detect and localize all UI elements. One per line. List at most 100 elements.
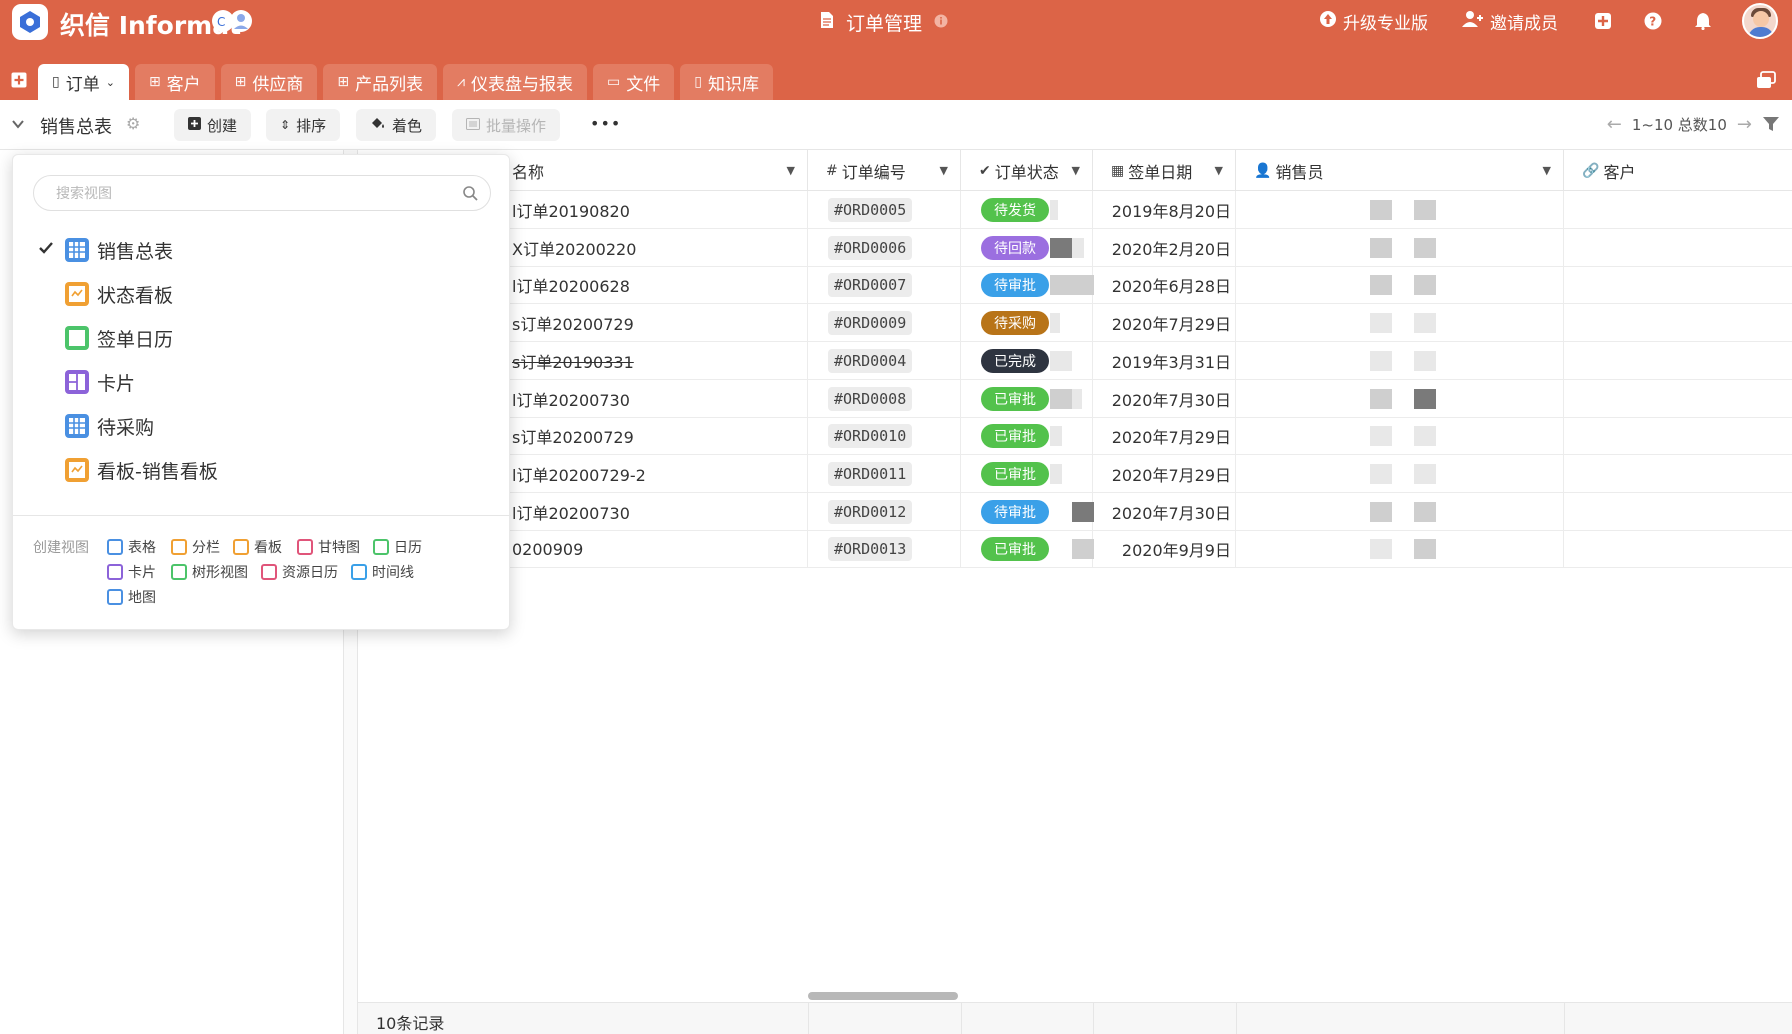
create-table-view-button[interactable]: 表格 — [107, 537, 156, 557]
tab-dashboard[interactable]: ⩘ 仪表盘与报表 — [443, 64, 588, 100]
horizontal-scrollbar[interactable] — [808, 992, 958, 1000]
create-gantt-view-button[interactable]: 甘特图 — [297, 537, 360, 557]
cell-salesperson[interactable] — [1236, 304, 1564, 343]
create-map-view-button[interactable]: 地图 — [107, 587, 156, 607]
arrow-left-icon[interactable]: ← — [1607, 114, 1622, 135]
cell-sign-date[interactable]: 2020年9月9日 — [1093, 530, 1236, 569]
window-switch-icon[interactable] — [1756, 71, 1776, 89]
app-logo[interactable] — [12, 4, 48, 40]
create-button[interactable]: 创建 — [174, 109, 252, 141]
cell-salesperson[interactable] — [1236, 228, 1564, 267]
cell-sign-date[interactable]: 2020年7月30日 — [1093, 492, 1236, 531]
table-row[interactable]: l订单20200730 #ORD0012 待审批 2020年7月30日 — [358, 492, 1792, 531]
table-row[interactable]: s订单20200729 #ORD0010 已审批 2020年7月29日 — [358, 417, 1792, 456]
tab-products[interactable]: ⊞ 产品列表 — [323, 64, 438, 100]
view-item-sales-table[interactable]: 销售总表 — [13, 227, 511, 271]
table-row[interactable]: 0200909 #ORD0013 已审批 2020年9月9日 — [358, 530, 1792, 569]
tab-files[interactable]: ▭ 文件 — [593, 64, 675, 100]
user-avatar[interactable] — [1742, 3, 1778, 39]
cell-customer[interactable] — [1564, 417, 1792, 455]
view-settings-icon[interactable]: ⚙ — [126, 114, 140, 133]
invite-member-button[interactable]: 邀请成员 — [1462, 9, 1558, 34]
upgrade-button[interactable]: 升级专业版 — [1319, 9, 1428, 34]
filter-icon[interactable] — [1762, 115, 1780, 133]
cell-customer[interactable] — [1564, 191, 1792, 229]
help-icon[interactable]: ? — [1642, 10, 1664, 32]
cell-customer[interactable] — [1564, 380, 1792, 418]
tab-customers[interactable]: ⊞ 客户 — [134, 64, 215, 100]
add-icon[interactable] — [1592, 10, 1614, 32]
create-column-view-button[interactable]: 分栏 — [171, 537, 220, 557]
sort-button[interactable]: ⇕ 排序 — [266, 109, 341, 141]
table-row[interactable]: s订单20200729 #ORD0009 待采购 2020年7月29日 — [358, 304, 1792, 343]
cell-order-no[interactable]: #ORD0004 — [808, 341, 961, 380]
cell-salesperson[interactable] — [1236, 379, 1564, 418]
cell-salesperson[interactable] — [1236, 266, 1564, 305]
table-row[interactable]: l订单20190820 #ORD0005 待发货 2019年8月20日 — [358, 191, 1792, 229]
view-item-card[interactable]: 卡片 — [13, 359, 511, 403]
cell-order-no[interactable]: #ORD0013 — [808, 530, 961, 569]
create-tree-view-button[interactable]: 树形视图 — [171, 562, 248, 582]
cell-customer[interactable] — [1564, 304, 1792, 342]
arrow-right-icon[interactable]: → — [1737, 114, 1752, 135]
view-search-input[interactable] — [56, 185, 436, 201]
create-timeline-view-button[interactable]: 时间线 — [351, 562, 414, 582]
add-tab-icon[interactable] — [11, 72, 27, 88]
cell-customer[interactable] — [1564, 342, 1792, 380]
cell-salesperson[interactable] — [1236, 341, 1564, 380]
notification-bell-icon[interactable] — [1692, 10, 1714, 32]
caret-down-icon[interactable]: ▼ — [787, 164, 795, 177]
cell-sign-date[interactable]: 2020年7月29日 — [1093, 454, 1236, 493]
current-view-name[interactable]: 销售总表 — [40, 113, 112, 139]
cell-order-no[interactable]: #ORD0007 — [808, 266, 961, 305]
cell-order-no[interactable]: #ORD0009 — [808, 304, 961, 343]
create-resource-calendar-button[interactable]: 资源日历 — [261, 562, 338, 582]
cell-order-no[interactable]: #ORD0012 — [808, 492, 961, 531]
caret-down-icon[interactable]: ▼ — [1072, 164, 1080, 177]
cell-order-no[interactable]: #ORD0010 — [808, 417, 961, 456]
create-card-view-button[interactable]: 卡片 — [107, 562, 156, 582]
cell-sign-date[interactable]: 2019年8月20日 — [1093, 191, 1236, 229]
cell-sign-date[interactable]: 2020年7月30日 — [1093, 379, 1236, 418]
search-icon[interactable] — [462, 185, 478, 201]
view-item-sales-kanban[interactable]: 看板-销售看板 — [13, 447, 511, 491]
tab-knowledge-base[interactable]: ▯ 知识库 — [680, 64, 773, 100]
create-calendar-view-button[interactable]: 日历 — [373, 537, 422, 557]
cell-order-no[interactable]: #ORD0011 — [808, 454, 961, 493]
create-kanban-view-button[interactable]: 看板 — [233, 537, 282, 557]
column-order-status[interactable]: ✔ 订单状态 ▼ — [961, 150, 1093, 191]
column-customer[interactable]: 🔗 客户 — [1564, 150, 1792, 191]
cell-sign-date[interactable]: 2020年6月28日 — [1093, 266, 1236, 305]
more-options-button[interactable]: ••• — [590, 114, 621, 133]
cell-customer[interactable] — [1564, 455, 1792, 493]
cell-salesperson[interactable] — [1236, 454, 1564, 493]
cell-customer[interactable] — [1564, 266, 1792, 304]
cell-customer[interactable] — [1564, 229, 1792, 267]
cell-order-no[interactable]: #ORD0008 — [808, 379, 961, 418]
table-row[interactable]: s订单20190331 #ORD0004 已完成 2019年3月31日 — [358, 341, 1792, 380]
chevron-down-icon[interactable] — [10, 116, 26, 132]
column-salesperson[interactable]: 👤 销售员 ▼ — [1236, 150, 1564, 191]
view-item-pending-purchase[interactable]: 待采购 — [13, 403, 511, 447]
info-icon[interactable] — [934, 13, 948, 32]
caret-down-icon[interactable]: ▼ — [1543, 164, 1551, 177]
color-button[interactable]: 着色 — [356, 109, 437, 141]
cell-salesperson[interactable] — [1236, 191, 1564, 229]
caret-down-icon[interactable]: ▼ — [1215, 164, 1223, 177]
cell-order-no[interactable]: #ORD0006 — [808, 228, 961, 267]
table-row[interactable]: X订单20200220 #ORD0006 待回款 2020年2月20日 — [358, 228, 1792, 267]
cell-order-status[interactable]: 待采购 — [961, 304, 1093, 343]
tab-suppliers[interactable]: ⊞ 供应商 — [220, 64, 318, 100]
cell-sign-date[interactable]: 2020年2月20日 — [1093, 228, 1236, 267]
cell-salesperson[interactable] — [1236, 530, 1564, 569]
caret-down-icon[interactable]: ▼ — [940, 164, 948, 177]
view-item-status-board[interactable]: 状态看板 — [13, 271, 511, 315]
view-item-sign-calendar[interactable]: 签单日历 — [13, 315, 511, 359]
cell-salesperson[interactable] — [1236, 417, 1564, 456]
collaborators-icon[interactable]: C — [210, 8, 256, 34]
table-row[interactable]: l订单20200729-2 #ORD0011 已审批 2020年7月29日 — [358, 454, 1792, 493]
cell-order-no[interactable]: #ORD0005 — [808, 191, 961, 229]
cell-sign-date[interactable]: 2020年7月29日 — [1093, 417, 1236, 456]
column-sign-date[interactable]: ▦ 签单日期 ▼ — [1093, 150, 1236, 191]
table-row[interactable]: l订单20200628 #ORD0007 待审批 2020年6月28日 — [358, 266, 1792, 305]
